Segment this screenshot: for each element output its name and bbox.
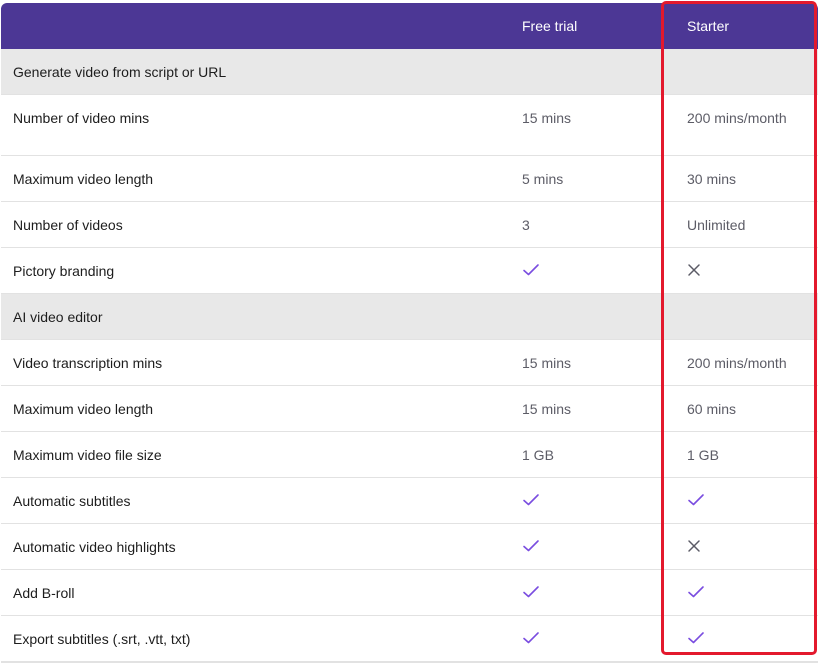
section-label: AI video editor <box>13 309 103 325</box>
table-row: Maximum video file size 1 GB 1 GB <box>1 432 818 478</box>
section-label: Generate video from script or URL <box>13 64 227 80</box>
feature-label: Automatic subtitles <box>13 493 131 509</box>
feature-label: Maximum video length <box>13 171 154 187</box>
feature-label: Maximum video length <box>13 401 154 417</box>
plan-header-free-trial: Free trial <box>522 18 578 34</box>
free-trial-value: 15 mins <box>522 110 572 126</box>
feature-label: Number of video mins <box>13 110 150 126</box>
section-row: AI video editor <box>1 294 818 340</box>
check-icon <box>522 631 540 645</box>
feature-label: Number of videos <box>13 217 123 233</box>
feature-label: Maximum video file size <box>13 447 162 463</box>
check-icon <box>687 585 705 599</box>
table-header: Free trial Starter <box>1 3 818 49</box>
free-trial-value: 15 mins <box>522 401 572 417</box>
free-trial-value: 3 <box>522 217 530 233</box>
free-trial-value: 5 mins <box>522 171 564 187</box>
starter-value: 60 mins <box>687 401 737 417</box>
check-icon <box>522 263 540 277</box>
feature-label: Pictory branding <box>13 263 115 279</box>
starter-value: 200 mins/month <box>687 110 787 126</box>
free-trial-value: 1 GB <box>522 447 554 463</box>
table-row: Number of video mins 15 mins 200 mins/mo… <box>1 95 818 156</box>
starter-value: 200 mins/month <box>687 355 787 371</box>
section-row: Generate video from script or URL <box>1 49 818 95</box>
check-icon <box>522 539 540 553</box>
table-row: Number of videos 3 Unlimited <box>1 202 818 248</box>
table-row: Add B-roll <box>1 570 818 616</box>
feature-label: Video transcription mins <box>13 355 163 371</box>
check-icon <box>522 585 540 599</box>
table-row: Pictory branding <box>1 248 818 294</box>
starter-value: 30 mins <box>687 171 737 187</box>
cross-icon <box>687 263 701 277</box>
starter-value: 1 GB <box>687 447 719 463</box>
check-icon <box>687 631 705 645</box>
table-row: Maximum video length 15 mins 60 mins <box>1 386 818 432</box>
table-row: Automatic subtitles <box>1 478 818 524</box>
plan-header-starter: Starter <box>687 18 730 34</box>
cross-icon <box>687 539 701 553</box>
check-icon <box>522 493 540 507</box>
table-row: Export subtitles (.srt, .vtt, txt) <box>1 616 818 662</box>
starter-value: Unlimited <box>687 217 746 233</box>
table-row: Automatic video highlights <box>1 524 818 570</box>
check-icon <box>687 493 705 507</box>
table-row: Video transcription mins 15 mins 200 min… <box>1 340 818 386</box>
feature-label: Export subtitles (.srt, .vtt, txt) <box>13 631 191 647</box>
table-row: Maximum video length 5 mins 30 mins <box>1 156 818 202</box>
feature-label: Automatic video highlights <box>13 539 176 555</box>
free-trial-value: 15 mins <box>522 355 572 371</box>
pricing-comparison-table: Free trial Starter Generate video from s… <box>1 3 818 663</box>
feature-label: Add B-roll <box>13 585 75 601</box>
